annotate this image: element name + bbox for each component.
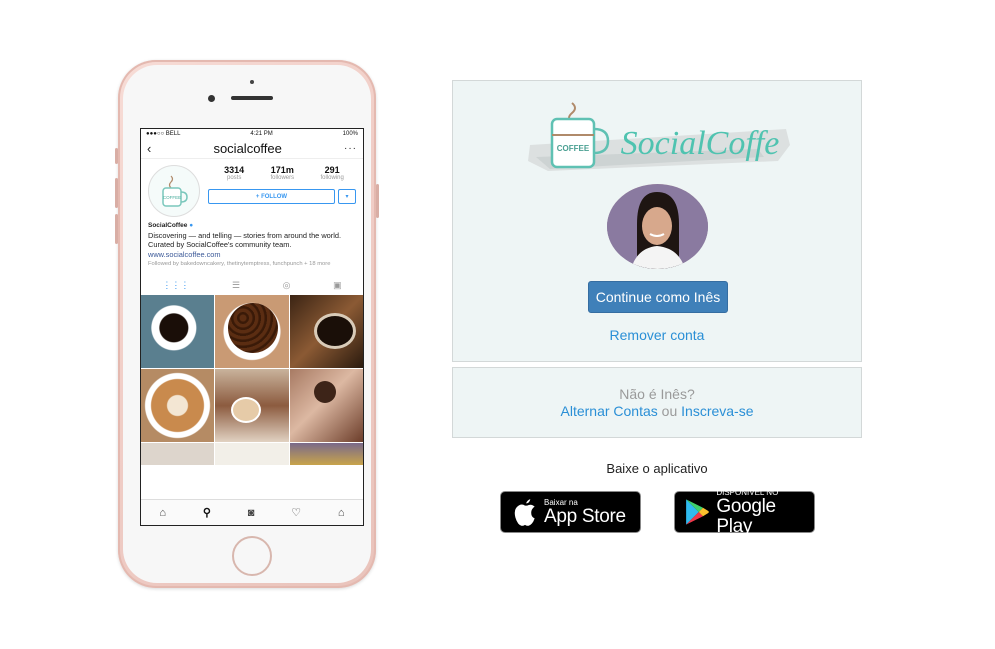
stat-following: 291 following <box>320 165 343 181</box>
person-photo <box>607 184 708 269</box>
photo-tile <box>289 294 363 368</box>
stat-number: 171m <box>270 165 294 175</box>
socialcoffe-logo: COFFEE SocialCoffe <box>528 102 790 171</box>
switch-line: Alternar Contas ou Inscreva-se <box>453 403 861 419</box>
photo-tile <box>141 294 215 368</box>
sign-up-link[interactable]: Inscreva-se <box>681 403 753 419</box>
stat-label: posts <box>226 175 242 181</box>
phone-volume-up <box>115 178 118 208</box>
search-icon: ⚲ <box>202 507 211 519</box>
profile-summary: COFFEE 3314 posts 171m followers 291 fol… <box>141 159 363 221</box>
login-page: ●●●○○ BELL 4:21 PM 100% ‹ socialcoffee ·… <box>0 0 995 649</box>
location-icon: ◎ <box>282 280 291 290</box>
stat-followers: 171m followers <box>270 165 294 181</box>
phone-body: ●●●○○ BELL 4:21 PM 100% ‹ socialcoffee ·… <box>123 65 371 583</box>
app-store-big-text: App Store <box>544 505 626 527</box>
get-app-text: Baixe o aplicativo <box>606 461 708 476</box>
carrier-text: ●●●○○ BELL <box>146 131 181 137</box>
profile-header: ‹ socialcoffee ··· <box>141 139 363 159</box>
camera-icon: ◙ <box>247 506 255 519</box>
bio-name-text: SocialCoffee <box>148 222 188 229</box>
stat-label: followers <box>270 175 295 181</box>
photo-tile <box>141 368 215 442</box>
logo-text: SocialCoffe <box>621 125 780 162</box>
bio-text: Discovering — and telling — stories from… <box>148 230 342 250</box>
photo-tile <box>215 368 289 442</box>
google-play-badge[interactable]: DISPONÍVEL NO Google Play <box>674 488 815 536</box>
profile-avatar: COFFEE <box>148 165 200 217</box>
photo-tile <box>289 442 363 465</box>
stat-posts: 3314 posts <box>224 165 244 181</box>
profile-username: socialcoffee <box>213 141 282 156</box>
phone-mockup: ●●●○○ BELL 4:21 PM 100% ‹ socialcoffee ·… <box>115 60 379 588</box>
bio-name: SocialCoffee ● <box>148 221 356 231</box>
or-text: ou <box>661 403 678 419</box>
stat-label: following <box>320 175 344 181</box>
remove-account-link[interactable]: Remover conta <box>453 327 861 343</box>
continue-as-button[interactable]: Continue como Inês <box>588 281 728 313</box>
bio-link: www.socialcoffee.com <box>148 249 221 259</box>
profile-bio: SocialCoffee ● Discovering — and telling… <box>141 221 363 269</box>
phone-camera <box>208 95 215 102</box>
phone-home-button <box>232 536 272 576</box>
photo-tile <box>215 294 289 368</box>
cup-label: COFFEE <box>163 195 181 200</box>
not-you-text: Não é Inês? <box>619 386 695 402</box>
profile-icon: ⌂ <box>337 506 345 519</box>
time-text: 4:21 PM <box>250 131 273 137</box>
switch-accounts-link[interactable]: Alternar Contas <box>561 403 658 419</box>
battery-text: 100% <box>342 131 358 137</box>
phone-mute-switch <box>115 148 118 164</box>
coffee-cup-icon: COFFEE <box>162 175 188 207</box>
home-icon: ⌂ <box>159 506 167 519</box>
logo-cup-text: COFFEE <box>557 144 590 153</box>
more-icon: ··· <box>343 143 357 154</box>
user-avatar <box>607 184 708 269</box>
stat-number: 291 <box>324 165 340 175</box>
verified-icon: ● <box>189 222 194 229</box>
profile-stats: 3314 posts 171m followers 291 following <box>211 165 357 181</box>
switch-account-card: Não é Inês? Alternar Contas ou Inscreva-… <box>452 367 862 438</box>
photo-tile <box>215 442 289 465</box>
bottom-nav: ⌂ ⚲ ◙ ♡ ⌂ <box>141 499 363 525</box>
phone-power-button <box>376 184 379 218</box>
status-bar: ●●●○○ BELL 4:21 PM 100% <box>141 129 363 139</box>
phone-volume-down <box>115 214 118 244</box>
list-icon: ☰ <box>231 280 241 290</box>
photo-tile <box>289 368 363 442</box>
tagged-icon: ▣ <box>333 280 342 290</box>
followed-by-text: Followed by bakedowncakery, thetinytempt… <box>148 261 331 267</box>
google-play-big-text: Google Play <box>716 495 776 537</box>
stat-number: 3314 <box>224 165 245 175</box>
profile-tabs: ⋮⋮⋮ ☰ ◎ ▣ <box>141 277 363 295</box>
follow-button: + FOLLOW <box>208 189 335 204</box>
phone-speaker <box>231 96 273 100</box>
account-card: COFFEE SocialCoffe Continue como Inês Re… <box>452 80 862 362</box>
heart-icon: ♡ <box>291 507 302 519</box>
apple-icon <box>514 499 535 526</box>
photo-grid <box>141 294 363 465</box>
chevron-down-icon: ▾ <box>338 189 356 204</box>
app-store-badge[interactable]: Baixar na App Store <box>500 491 641 533</box>
phone-screen: ●●●○○ BELL 4:21 PM 100% ‹ socialcoffee ·… <box>140 128 364 526</box>
google-play-icon <box>686 499 709 525</box>
photo-tile <box>141 442 215 465</box>
phone-proximity-sensor <box>250 80 254 84</box>
back-icon: ‹ <box>147 141 152 156</box>
grid-icon: ⋮⋮⋮ <box>162 280 190 290</box>
